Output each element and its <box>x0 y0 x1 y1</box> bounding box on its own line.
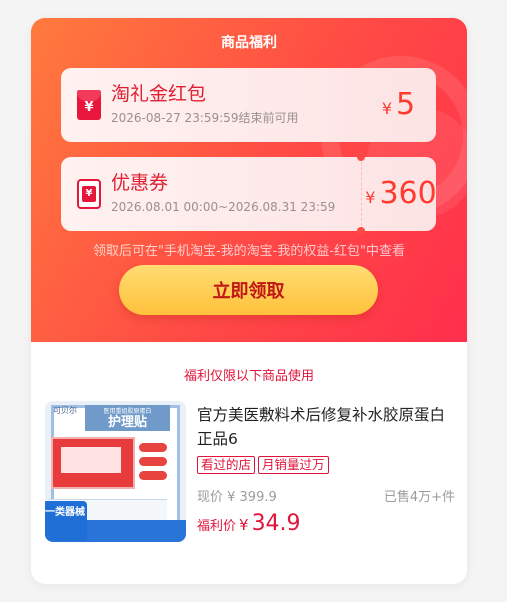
currency-symbol: ¥ <box>381 98 393 118</box>
coupon-value: 360 <box>379 176 437 211</box>
product-image-heading: 医用重组胶原蛋白 护理贴 <box>85 405 170 431</box>
welfare-price-value: 34.9 <box>251 511 301 536</box>
claim-now-button[interactable]: 立即领取 <box>119 265 378 315</box>
panel-title: 商品福利 <box>221 35 277 51</box>
coupon-expiry: 2026.08.01 00:00~2026.08.31 23:59 <box>111 200 336 214</box>
product-image-brand: 可贝尔 <box>53 406 77 415</box>
product-current-price: 现价 ¥ 399.9 <box>197 490 277 505</box>
coupon-notch <box>357 227 365 235</box>
welfare-price-label: 福利价 <box>197 519 237 534</box>
coupon-amount: ¥ 5 <box>361 68 436 142</box>
product-image-badge: 一类器械 <box>45 501 87 541</box>
claim-hint-text: 领取后可在"手机淘宝-我的淘宝-我的权益-红包"中查看 <box>92 244 406 259</box>
coupon-card-discount[interactable]: ¥ 优惠券 2026.08.01 00:00~2026.08.31 23:59 … <box>61 153 437 235</box>
product-sold-count: 已售4万+件 <box>383 490 455 505</box>
product-item[interactable]: 可贝尔 医用重组胶原蛋白 护理贴 一类器械 官方美医敷料术后修复补水胶原蛋白正品… <box>45 401 455 546</box>
product-tags: 看过的店 月销量过万 <box>197 456 329 474</box>
coupon-amount: ¥ 360 <box>365 157 437 231</box>
welfare-card: 商品福利 ¥ 淘礼金红包 2026-08-27 23:59:59结束前可用 ¥ … <box>31 18 467 584</box>
coupon-divider <box>361 157 362 231</box>
coupon-expiry: 2026-08-27 23:59:59结束前可用 <box>111 111 299 125</box>
coupon-name: 淘礼金红包 <box>111 83 207 105</box>
coupon-ticket-icon: ¥ <box>77 179 101 209</box>
coupon-name: 优惠券 <box>111 172 169 194</box>
welfare-header-panel: 商品福利 ¥ 淘礼金红包 2026-08-27 23:59:59结束前可用 ¥ … <box>31 18 467 342</box>
product-image[interactable]: 可贝尔 医用重组胶原蛋白 护理贴 一类器械 <box>45 401 186 542</box>
coupon-card-red-packet[interactable]: ¥ 淘礼金红包 2026-08-27 23:59:59结束前可用 ¥ 5 <box>61 68 436 142</box>
product-tag: 月销量过万 <box>258 456 329 474</box>
coupon-value: 5 <box>396 87 416 122</box>
red-packet-icon: ¥ <box>77 90 101 120</box>
currency-symbol: ¥ <box>239 516 249 534</box>
coupon-notch <box>357 153 365 161</box>
product-welfare-price: 福利价 ¥ 34.9 <box>197 511 301 536</box>
scope-note: 福利仅限以下商品使用 <box>183 369 314 384</box>
product-title[interactable]: 官方美医敷料术后修复补水胶原蛋白正品6 <box>197 403 455 451</box>
currency-symbol: ¥ <box>365 187 376 207</box>
product-tag: 看过的店 <box>197 456 256 474</box>
